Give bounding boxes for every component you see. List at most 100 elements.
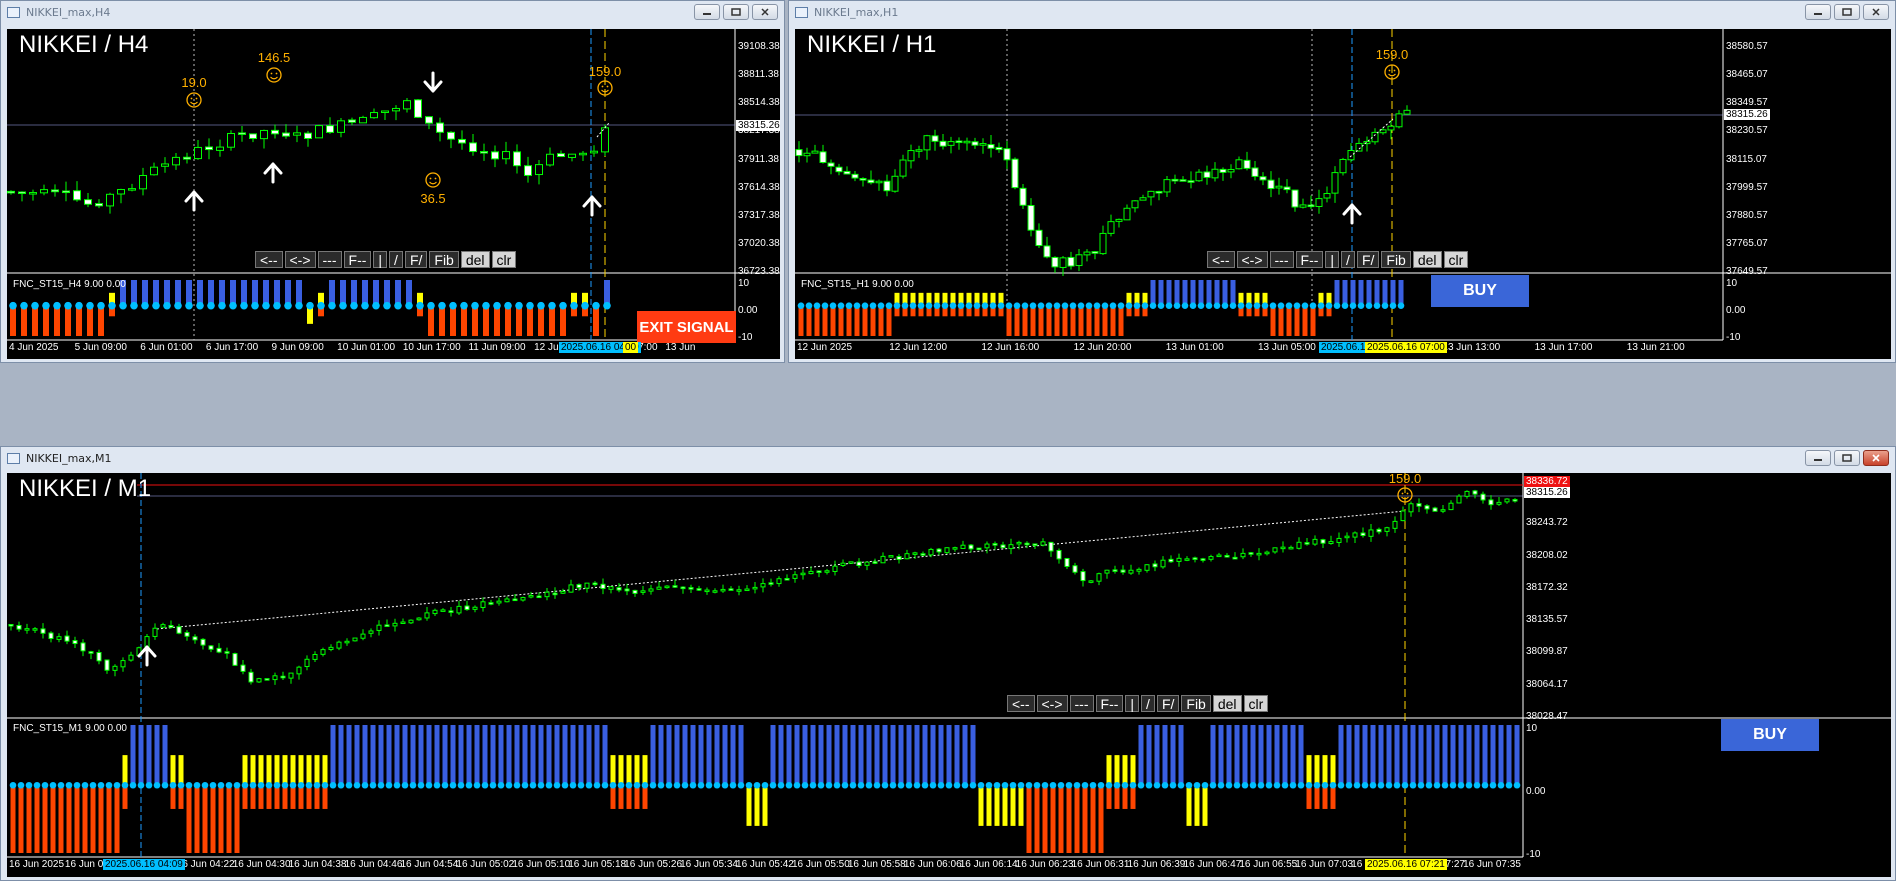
toolbar-button-4[interactable]: | [1325, 251, 1340, 268]
close-button[interactable] [1863, 4, 1889, 20]
toolbar-button-0[interactable]: <-- [1007, 695, 1035, 712]
window-titlebar[interactable]: NIKKEI_max,M1 [1, 447, 1895, 469]
indicator-dot [20, 301, 28, 310]
indicator-dot [957, 302, 965, 309]
indicator-dot [861, 302, 869, 309]
bear-candle [1051, 256, 1059, 268]
toolbar-button-1[interactable]: <-> [1236, 251, 1268, 268]
toolbar-button-7[interactable]: Fib [1181, 695, 1211, 712]
toolbar-button-8[interactable]: del [1412, 251, 1442, 268]
bear-candle [835, 166, 843, 173]
smiley-eye [434, 177, 437, 180]
buy-signal-button[interactable]: BUY [1721, 719, 1819, 751]
toolbar-button-7[interactable]: Fib [429, 251, 459, 268]
indicator-dot [1253, 302, 1261, 309]
bull-candle [1208, 556, 1214, 560]
x-tick-label: 16 Jun 05:58 [847, 859, 906, 870]
toolbar-button-3[interactable]: F-- [1095, 695, 1124, 712]
indicator-dot [1029, 302, 1037, 309]
bull-candle [947, 141, 955, 146]
indicator-bar [32, 305, 38, 336]
indicator-bar [1106, 785, 1112, 809]
minimize-button[interactable] [1805, 450, 1831, 466]
indicator-dot [265, 781, 273, 789]
bear-candle [536, 595, 542, 599]
chart-h1[interactable]: 159.0 NIKKEI / H1 FNC_ST15_H1 9.00 0.00 … [795, 29, 1891, 359]
indicator-dot [505, 781, 513, 789]
toolbar-button-5[interactable]: / [389, 251, 403, 268]
indicator-bar [394, 725, 400, 786]
toolbar-button-3[interactable]: F-- [343, 251, 372, 268]
toolbar-button-2[interactable]: --- [317, 251, 342, 268]
toolbar-button-0[interactable]: <-- [255, 251, 283, 268]
toolbar-button-9[interactable]: clr [1243, 695, 1269, 712]
indicator-dot [853, 302, 861, 309]
indicator-dot [196, 301, 204, 310]
indicator-dot [233, 781, 241, 789]
toolbar-button-0[interactable]: <-- [1207, 251, 1235, 268]
smiley-eye [275, 72, 278, 75]
toolbar-button-1[interactable]: <-> [1036, 695, 1068, 712]
indicator-bar [230, 280, 236, 306]
toolbar-button-8[interactable]: del [1212, 695, 1242, 712]
indicator-bar [1122, 785, 1128, 809]
indicator-bar [650, 725, 656, 786]
toolbar-button-6[interactable]: F/ [1356, 251, 1380, 268]
close-button[interactable] [1863, 450, 1889, 466]
toolbar-button-4[interactable]: | [1125, 695, 1140, 712]
toolbar-button-9[interactable]: clr [491, 251, 517, 268]
bear-candle [1219, 168, 1227, 173]
bull-candle [803, 152, 811, 157]
indicator-bar [1030, 305, 1036, 336]
indicator-dot [989, 302, 997, 309]
bear-candle [616, 587, 622, 591]
bear-candle [271, 129, 279, 135]
toolbar-button-7[interactable]: Fib [1381, 251, 1411, 268]
toolbar-button-6[interactable]: F/ [1156, 695, 1180, 712]
exit-signal-button[interactable]: EXIT SIGNAL [637, 311, 736, 343]
bull-candle [128, 654, 134, 661]
maximize-button[interactable] [1834, 450, 1860, 466]
toolbar-button-2[interactable]: --- [1069, 695, 1094, 712]
window-titlebar[interactable]: NIKKEI_max,H4 [1, 1, 784, 23]
toolbar-button-5[interactable]: / [1141, 695, 1155, 712]
indicator-dot [1273, 781, 1281, 789]
toolbar-button-8[interactable]: del [460, 251, 490, 268]
bear-candle [896, 556, 902, 560]
close-button[interactable] [752, 4, 778, 20]
toolbar-button-4[interactable]: | [373, 251, 388, 268]
indicator-dot [273, 301, 281, 310]
window-h1[interactable]: NIKKEI_max,H1 159.0 NIKKEI / H1 FNC_ST15… [788, 0, 1896, 363]
indicator-dot [929, 781, 937, 789]
indicator-bar [1382, 280, 1388, 306]
minimize-button[interactable] [1805, 4, 1831, 20]
buy-signal-button[interactable]: BUY [1431, 275, 1529, 307]
minimize-button[interactable] [694, 4, 720, 20]
indicator-dot [913, 781, 921, 789]
indicator-dot [141, 301, 149, 310]
toolbar-button-3[interactable]: F-- [1295, 251, 1324, 268]
toolbar-button-6[interactable]: F/ [404, 251, 428, 268]
indicator-dot [1269, 302, 1277, 309]
x-cursor-label: 00 [623, 342, 639, 353]
toolbar-button-1[interactable]: <-> [284, 251, 316, 268]
indicator-bar [1450, 725, 1456, 786]
maximize-button[interactable] [723, 4, 749, 20]
indicator-dot [745, 781, 753, 789]
window-h4[interactable]: NIKKEI_max,H4 19.0 146.5 159.0 36.5 NIKKEI … [0, 0, 785, 363]
indicator-dot [1041, 781, 1049, 789]
window-titlebar[interactable]: NIKKEI_max,H1 [789, 1, 1895, 23]
chart-h4[interactable]: 19.0 146.5 159.0 36.5 NIKKEI / H4 FNC_ST15_… [7, 29, 780, 359]
toolbar-button-9[interactable]: clr [1443, 251, 1469, 268]
maximize-button[interactable] [1834, 4, 1860, 20]
window-m1[interactable]: NIKKEI_max,M1 159.0 NIKKEI / M1 FNC_ST15… [0, 446, 1896, 881]
chart-m1[interactable]: 159.0 NIKKEI / M1 FNC_ST15_M1 9.00 0.00 … [7, 473, 1891, 877]
toolbar-button-2[interactable]: --- [1269, 251, 1294, 268]
indicator-dot [1329, 781, 1337, 789]
bull-candle [1176, 557, 1182, 562]
toolbar-button-5[interactable]: / [1341, 251, 1355, 268]
indicator-tick-label: 10 [738, 278, 750, 289]
indicator-dot [877, 302, 885, 309]
indicator-bar [483, 305, 489, 336]
indicator-bar [314, 755, 320, 786]
